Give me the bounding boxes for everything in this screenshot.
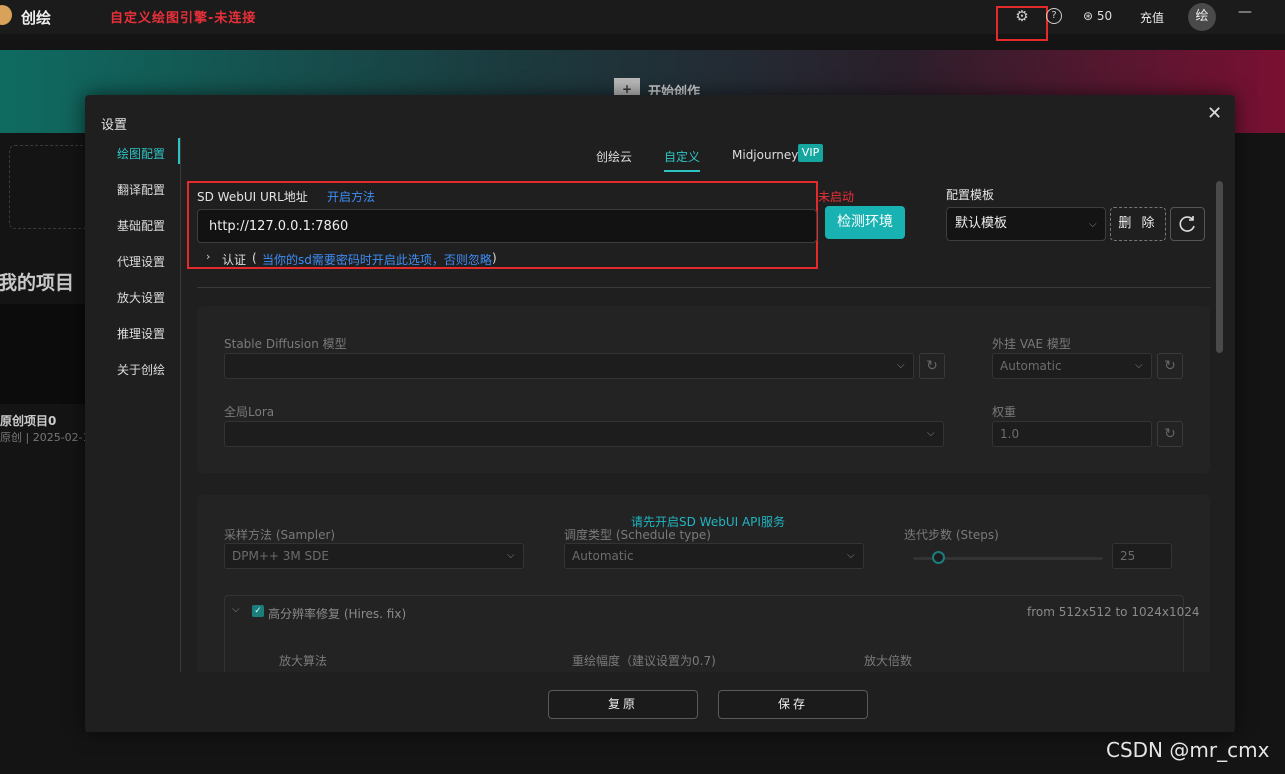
tab-custom[interactable]: 自定义 bbox=[664, 148, 700, 165]
section-divider bbox=[197, 287, 1211, 288]
url-help-link[interactable]: 开启方法 bbox=[327, 188, 375, 205]
sampler-label: 采样方法 (Sampler) bbox=[224, 528, 336, 542]
detect-environment-button[interactable]: 检测环境 bbox=[825, 206, 905, 239]
steps-input[interactable]: 25 bbox=[1112, 543, 1172, 569]
reset-button[interactable]: 复原 bbox=[548, 690, 698, 719]
auth-paren-close: ) bbox=[492, 251, 497, 265]
tab-active-underline bbox=[664, 170, 700, 172]
recharge-button[interactable]: 充值 bbox=[1140, 9, 1164, 26]
refresh-template-button[interactable] bbox=[1170, 207, 1205, 241]
vip-badge: VIP bbox=[798, 144, 823, 162]
avatar[interactable]: 绘 bbox=[1188, 3, 1216, 31]
chevron-down-icon: ⌵ bbox=[897, 360, 905, 371]
vae-label: 外挂 VAE 模型 bbox=[992, 337, 1071, 351]
steps-slider-handle[interactable] bbox=[931, 551, 945, 564]
my-projects-heading: 我的项目 bbox=[0, 272, 75, 294]
project-meta: 原创 | 2025-02-1 bbox=[0, 431, 86, 444]
delete-template-button[interactable]: 删 除 bbox=[1110, 207, 1166, 241]
chevron-down-icon: ⌵ bbox=[927, 428, 935, 439]
help-icon[interactable]: ? bbox=[1046, 8, 1062, 24]
refresh-icon[interactable]: ↻ bbox=[919, 353, 945, 379]
url-label: SD WebUI URL地址 bbox=[197, 190, 308, 204]
schedule-label: 调度类型 (Schedule type) bbox=[564, 528, 711, 542]
modal-title: 设置 bbox=[101, 118, 128, 133]
app-title: 创绘 bbox=[21, 9, 52, 27]
watermark: CSDN @mr_cmx bbox=[1106, 738, 1270, 762]
project-name[interactable]: 原创项目0 bbox=[0, 412, 56, 429]
upscaler-label: 放大算法 bbox=[279, 654, 328, 668]
coin-icon: ⊛ bbox=[1083, 9, 1094, 23]
model-panel bbox=[197, 306, 1210, 473]
credits-counter[interactable]: ⊛ 50 bbox=[1083, 9, 1112, 23]
sidebar-item-basic-config[interactable]: 基础配置 bbox=[117, 217, 165, 234]
hires-fix-checkbox[interactable]: ✓ bbox=[252, 605, 264, 617]
refresh-icon bbox=[1179, 216, 1195, 232]
tab-midjourney[interactable]: Midjourney bbox=[732, 148, 798, 162]
sd-model-label: Stable Diffusion 模型 bbox=[224, 337, 347, 351]
project-thumbnail[interactable] bbox=[0, 304, 90, 404]
minimize-button[interactable]: — bbox=[1238, 4, 1252, 20]
scale-label: 放大倍数 bbox=[864, 654, 913, 668]
hires-size-text: from 512x512 to 1024x1024 bbox=[1027, 605, 1200, 619]
save-button[interactable]: 保存 bbox=[718, 690, 868, 719]
hires-fix-label: 高分辨率修复 (Hires. fix) bbox=[268, 607, 407, 621]
sd-model-select[interactable] bbox=[224, 353, 914, 379]
sidebar-item-inference-settings[interactable]: 推理设置 bbox=[117, 325, 165, 342]
lora-select[interactable] bbox=[224, 421, 944, 447]
chevron-down-icon: ⌵ bbox=[1089, 219, 1097, 230]
close-icon[interactable]: ✕ bbox=[1207, 103, 1222, 124]
engine-status: 自定义绘图引擎-未连接 bbox=[110, 11, 257, 26]
auth-paren-open: ( bbox=[252, 251, 257, 265]
refresh-icon[interactable]: ↻ bbox=[1157, 421, 1183, 447]
template-label: 配置模板 bbox=[946, 188, 995, 202]
denoise-label: 重绘幅度（建议设置为0.7) bbox=[572, 654, 716, 668]
engine-state-text: 未启动 bbox=[818, 190, 855, 204]
chevron-right-icon[interactable]: › bbox=[206, 250, 210, 263]
weight-label: 权重 bbox=[992, 405, 1017, 419]
vae-select[interactable]: Automatic bbox=[992, 353, 1152, 379]
sidebar-item-upscale-settings[interactable]: 放大设置 bbox=[117, 289, 165, 306]
tab-cloud[interactable]: 创绘云 bbox=[596, 148, 632, 165]
sidebar-item-draw-config[interactable]: 绘图配置 bbox=[117, 145, 165, 162]
chevron-down-icon: ⌵ bbox=[1135, 360, 1143, 371]
lora-label: 全局Lora bbox=[224, 405, 275, 419]
schedule-select[interactable]: Automatic bbox=[564, 543, 864, 569]
sidebar-item-proxy-settings[interactable]: 代理设置 bbox=[117, 253, 165, 270]
template-selected: 默认模板 bbox=[955, 216, 1008, 231]
weight-input[interactable]: 1.0 bbox=[992, 421, 1152, 447]
template-select[interactable]: 默认模板 bbox=[946, 207, 1106, 241]
steps-label: 迭代步数 (Steps) bbox=[904, 528, 999, 542]
auth-toggle-label[interactable]: 认证 bbox=[222, 251, 246, 268]
sidebar-item-about[interactable]: 关于创绘 bbox=[117, 361, 165, 378]
auth-hint: 当你的sd需要密码时开启此选项，否则忽略 bbox=[262, 253, 492, 267]
sampler-select[interactable]: DPM++ 3M SDE bbox=[224, 543, 524, 569]
chevron-down-icon: ⌵ bbox=[507, 550, 515, 561]
chevron-down-icon[interactable]: ⌵ bbox=[232, 604, 240, 615]
url-input[interactable] bbox=[197, 209, 817, 243]
credits-value: 50 bbox=[1096, 9, 1113, 23]
scrollbar[interactable] bbox=[1216, 181, 1223, 353]
settings-highlight-box bbox=[996, 6, 1048, 41]
chevron-down-icon: ⌵ bbox=[847, 550, 855, 561]
sidebar-item-translate-config[interactable]: 翻译配置 bbox=[117, 181, 165, 198]
refresh-icon[interactable]: ↻ bbox=[1157, 353, 1183, 379]
sidebar-divider bbox=[180, 137, 181, 717]
